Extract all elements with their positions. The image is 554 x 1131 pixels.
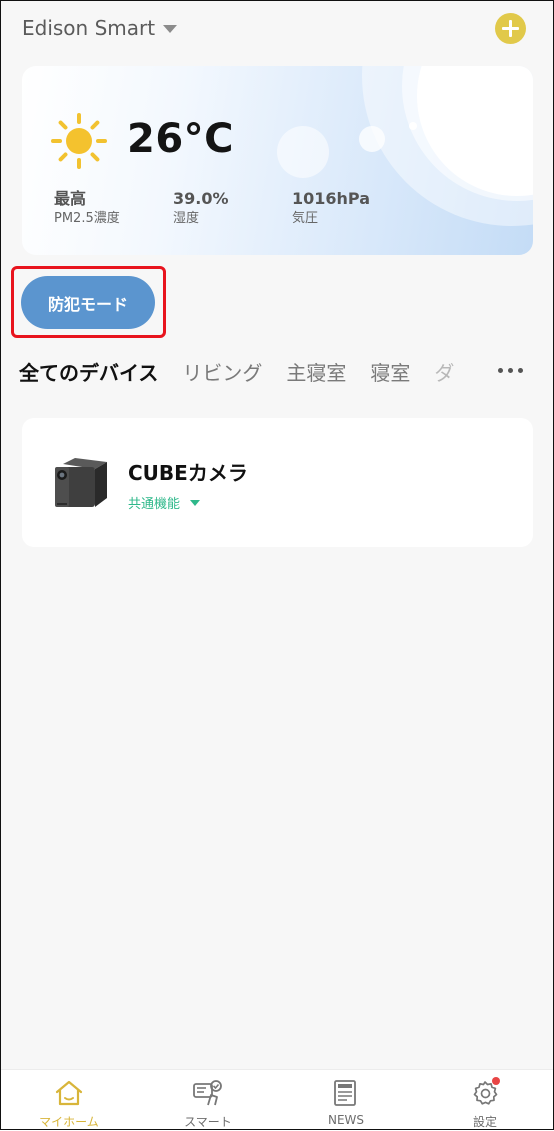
pressure-value: 1016hPa (292, 189, 371, 208)
chevron-down-icon (163, 25, 178, 33)
home-selector[interactable]: Edison Smart (22, 14, 178, 42)
device-card[interactable]: CUBEカメラ 共通機能 (22, 418, 533, 547)
humidity-value: 39.0% (173, 189, 229, 208)
more-icon[interactable] (498, 368, 524, 374)
tab-bedroom[interactable]: 寝室 (370, 357, 410, 386)
nav-news[interactable]: NEWS (291, 1070, 401, 1131)
nav-settings[interactable]: 設定 (430, 1070, 540, 1131)
weather-decoration (359, 126, 385, 152)
nav-label: マイホーム (39, 1115, 99, 1129)
nav-label: NEWS (327, 1113, 365, 1127)
room-tabs: 全てのデバイス リビング 主寝室 寝室 ダ (19, 354, 456, 388)
weather-card: 26°C 最高 PM2.5濃度 39.0% 湿度 1016hPa 気圧 (22, 66, 533, 255)
weather-decoration (277, 126, 329, 178)
device-function-label: 共通機能 (128, 497, 181, 512)
nav-my-home[interactable]: マイホーム (14, 1070, 124, 1131)
add-device-button[interactable] (495, 13, 526, 44)
sun-icon (51, 113, 107, 169)
tab-master-bedroom[interactable]: 主寝室 (286, 357, 346, 386)
home-title: Edison Smart (22, 16, 156, 40)
nav-label: 設定 (472, 1115, 497, 1129)
smart-scene-icon (193, 1080, 222, 1106)
news-icon (334, 1080, 356, 1106)
device-function-dropdown[interactable]: 共通機能 (128, 493, 201, 512)
pm25-stat: 最高 PM2.5濃度 (54, 190, 120, 228)
pressure-label: 気圧 (292, 211, 319, 226)
nav-smart[interactable]: スマート (153, 1070, 263, 1131)
pm25-label: PM2.5濃度 (54, 211, 120, 226)
security-mode-button[interactable]: 防犯モード (21, 276, 155, 329)
humidity-stat: 39.0% 湿度 (173, 190, 229, 228)
humidity-label: 湿度 (173, 211, 200, 226)
bottom-nav: マイホーム スマート NEWS 設定 (0, 1069, 554, 1131)
notification-badge (492, 1077, 500, 1085)
tab-all-devices[interactable]: 全てのデバイス (19, 357, 158, 386)
chevron-down-icon (190, 499, 201, 506)
pressure-stat: 1016hPa 気圧 (292, 190, 370, 228)
device-name: CUBEカメラ (128, 461, 248, 485)
tab-living[interactable]: リビング (182, 357, 262, 386)
temperature: 26°C (127, 116, 235, 162)
weather-decoration (409, 122, 417, 130)
tab-dining[interactable]: ダ (434, 357, 456, 386)
home-icon (55, 1080, 83, 1106)
nav-label: スマート (184, 1115, 232, 1129)
pm25-value: 最高 (54, 189, 87, 208)
camera-icon (55, 458, 107, 507)
